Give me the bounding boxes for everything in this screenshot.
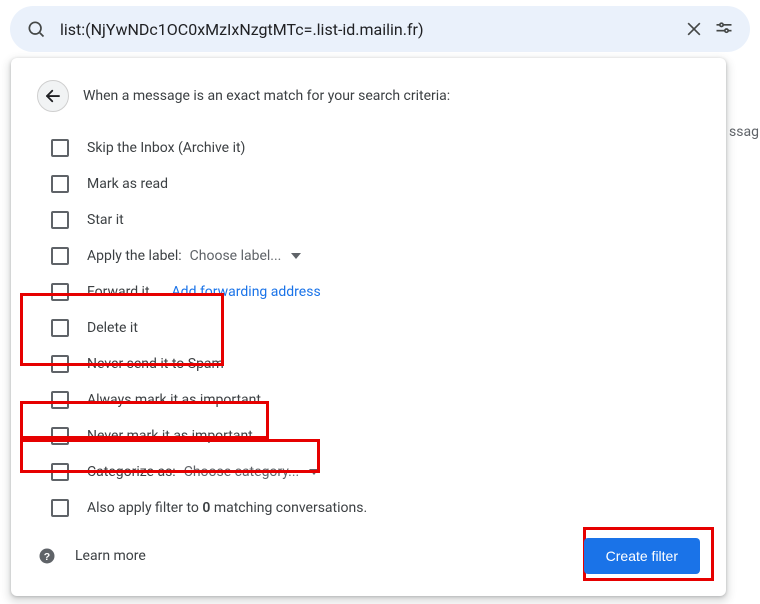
option-skip-inbox: Skip the Inbox (Archive it) <box>41 130 700 166</box>
label-always-important: Always mark it as important <box>87 392 261 408</box>
svg-text:?: ? <box>44 551 50 563</box>
label-skip-inbox: Skip the Inbox (Archive it) <box>87 140 245 156</box>
checkbox-never-important[interactable] <box>51 427 69 445</box>
link-add-forwarding-address[interactable]: Add forwarding address <box>172 284 321 300</box>
option-categorize-as: Categorize as: Choose category... <box>41 454 700 490</box>
search-input[interactable]: list:(NjYwNDc1OC0xMzIxNzgtMTc=.list-id.m… <box>60 20 676 39</box>
checkbox-always-important[interactable] <box>51 391 69 409</box>
option-never-spam: Never send it to Spam <box>41 346 700 382</box>
select-choose-category-text: Choose category... <box>184 464 300 480</box>
checkbox-apply-label[interactable] <box>51 247 69 265</box>
filter-options-list: Skip the Inbox (Archive it) Mark as read… <box>41 130 700 526</box>
popup-footer: ? Learn more Create filter <box>37 538 700 574</box>
select-choose-category[interactable]: Choose category... <box>184 464 320 480</box>
clear-search-icon[interactable] <box>682 17 706 41</box>
select-choose-label-text: Choose label... <box>190 248 282 264</box>
label-forward-it: Forward it <box>87 284 150 300</box>
checkbox-categorize-as[interactable] <box>51 463 69 481</box>
checkbox-delete-it[interactable] <box>51 319 69 337</box>
checkbox-skip-inbox[interactable] <box>51 139 69 157</box>
option-delete-it: Delete it <box>41 310 700 346</box>
search-icon <box>24 17 48 41</box>
chevron-down-icon <box>291 253 301 259</box>
label-categorize-as: Categorize as: <box>87 464 176 480</box>
label-never-spam: Never send it to Spam <box>87 356 224 372</box>
label-delete-it: Delete it <box>87 320 138 336</box>
popup-header-text: When a message is an exact match for you… <box>83 88 450 104</box>
option-forward-it: Forward it Add forwarding address <box>41 274 700 310</box>
label-never-important: Never mark it as important <box>87 428 253 444</box>
learn-more-link[interactable]: ? Learn more <box>37 546 146 566</box>
option-mark-read: Mark as read <box>41 166 700 202</box>
checkbox-forward-it[interactable] <box>51 283 69 301</box>
back-button[interactable] <box>37 80 69 112</box>
create-filter-popup: When a message is an exact match for you… <box>11 58 726 596</box>
label-star-it: Star it <box>87 212 124 228</box>
background-text-fragment: ssag <box>729 124 759 140</box>
option-never-important: Never mark it as important <box>41 418 700 454</box>
chevron-down-icon <box>309 469 319 475</box>
select-choose-label[interactable]: Choose label... <box>190 248 302 264</box>
label-mark-read: Mark as read <box>87 176 168 192</box>
option-star-it: Star it <box>41 202 700 238</box>
create-filter-button[interactable]: Create filter <box>584 538 700 574</box>
checkbox-mark-read[interactable] <box>51 175 69 193</box>
option-also-apply: Also apply filter to 0 matching conversa… <box>41 490 700 526</box>
search-options-icon[interactable] <box>712 17 736 41</box>
learn-more-text: Learn more <box>75 548 146 564</box>
label-apply-label: Apply the label: <box>87 248 182 264</box>
help-icon: ? <box>37 546 57 566</box>
popup-header-row: When a message is an exact match for you… <box>37 80 700 112</box>
option-always-important: Always mark it as important <box>41 382 700 418</box>
checkbox-star-it[interactable] <box>51 211 69 229</box>
label-also-apply: Also apply filter to 0 matching conversa… <box>87 500 367 516</box>
checkbox-also-apply[interactable] <box>51 499 69 517</box>
search-bar: list:(NjYwNDc1OC0xMzIxNzgtMTc=.list-id.m… <box>10 6 750 52</box>
checkbox-never-spam[interactable] <box>51 355 69 373</box>
option-apply-label: Apply the label: Choose label... <box>41 238 700 274</box>
